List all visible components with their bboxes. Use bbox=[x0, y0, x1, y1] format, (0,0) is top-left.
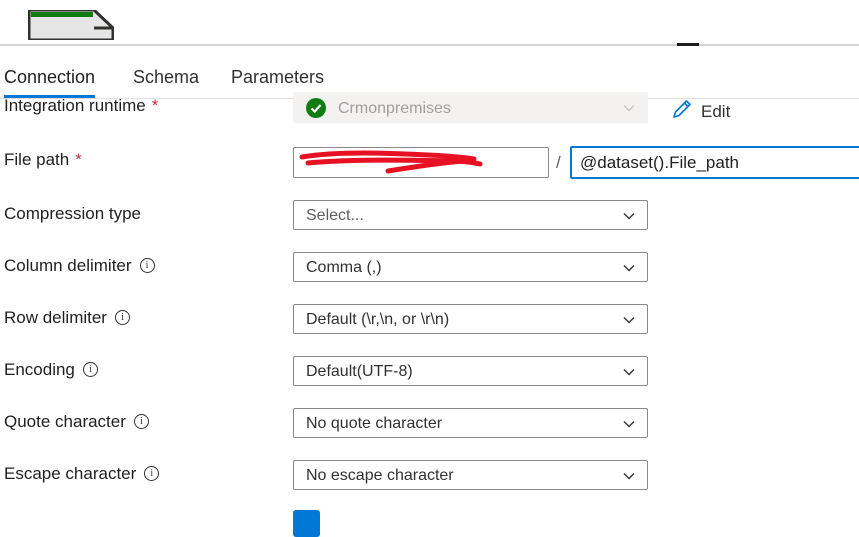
chevron-down-icon bbox=[623, 317, 635, 324]
column-delimiter-select[interactable]: Comma (,) bbox=[293, 252, 648, 282]
chevron-down-icon bbox=[623, 421, 635, 428]
required-mark: * bbox=[151, 96, 159, 115]
compression-type-select[interactable]: Select... bbox=[293, 200, 648, 230]
chevron-down-icon bbox=[623, 265, 635, 272]
required-mark: * bbox=[75, 150, 82, 169]
file-path-file-input[interactable]: @dataset().File_path bbox=[570, 146, 859, 179]
column-delimiter-label: Column delimiter i bbox=[4, 256, 155, 276]
redaction-scribble bbox=[299, 150, 483, 174]
encoding-select[interactable]: Default(UTF-8) bbox=[293, 356, 648, 386]
info-icon[interactable]: i bbox=[114, 310, 130, 325]
row-delimiter-label: Row delimiter i bbox=[4, 308, 130, 328]
escape-character-label: Escape character i bbox=[4, 464, 160, 484]
column-delimiter-label-text: Column delimiter bbox=[4, 256, 132, 275]
compression-type-placeholder: Select... bbox=[306, 207, 364, 224]
header-divider bbox=[0, 44, 859, 46]
info-icon[interactable]: i bbox=[82, 362, 98, 377]
info-icon[interactable]: i bbox=[133, 414, 149, 429]
escape-character-label-text: Escape character bbox=[4, 464, 137, 483]
integration-runtime-label: Integration runtime * bbox=[4, 96, 158, 116]
encoding-label-text: Encoding bbox=[4, 360, 75, 379]
quote-character-label-text: Quote character bbox=[4, 412, 126, 431]
file-path-label-text: File path bbox=[4, 150, 70, 169]
escape-character-select[interactable]: No escape character bbox=[293, 460, 648, 490]
info-icon[interactable]: i bbox=[139, 258, 155, 273]
chevron-down-icon bbox=[623, 105, 635, 112]
row-delimiter-select[interactable]: Default (\r,\n, or \r\n) bbox=[293, 304, 648, 334]
tab-connection[interactable]: Connection bbox=[4, 64, 96, 98]
compression-type-label: Compression type bbox=[4, 204, 142, 223]
quote-character-select[interactable]: No quote character bbox=[293, 408, 648, 438]
file-path-label: File path * bbox=[4, 150, 82, 170]
quote-character-value: No quote character bbox=[306, 415, 443, 432]
integration-runtime-value: Crmonpremises bbox=[338, 100, 451, 117]
tab-schema[interactable]: Schema bbox=[133, 64, 199, 90]
integration-runtime-select[interactable]: Crmonpremises bbox=[293, 92, 648, 123]
first-row-header-checkbox[interactable] bbox=[293, 510, 320, 537]
tab-parameters[interactable]: Parameters bbox=[231, 64, 324, 90]
chevron-down-icon bbox=[623, 369, 635, 376]
header-marker bbox=[677, 43, 699, 46]
encoding-label: Encoding i bbox=[4, 360, 98, 380]
pencil-icon bbox=[673, 100, 691, 118]
row-delimiter-label-text: Row delimiter bbox=[4, 308, 107, 327]
check-circle-icon bbox=[306, 98, 326, 118]
integration-runtime-label-text: Integration runtime bbox=[4, 96, 146, 115]
path-separator: / bbox=[556, 153, 561, 172]
encoding-value: Default(UTF-8) bbox=[306, 363, 413, 380]
info-icon[interactable]: i bbox=[144, 466, 160, 481]
escape-character-value: No escape character bbox=[306, 467, 454, 484]
column-delimiter-value: Comma (,) bbox=[306, 259, 382, 276]
chevron-down-icon bbox=[623, 473, 635, 480]
edit-button[interactable]: Edit bbox=[671, 98, 730, 122]
chevron-down-icon bbox=[623, 213, 635, 220]
row-delimiter-value: Default (\r,\n, or \r\n) bbox=[306, 311, 450, 328]
dataset-icon bbox=[28, 10, 114, 40]
quote-character-label: Quote character i bbox=[4, 412, 149, 432]
edit-label: Edit bbox=[701, 102, 731, 121]
